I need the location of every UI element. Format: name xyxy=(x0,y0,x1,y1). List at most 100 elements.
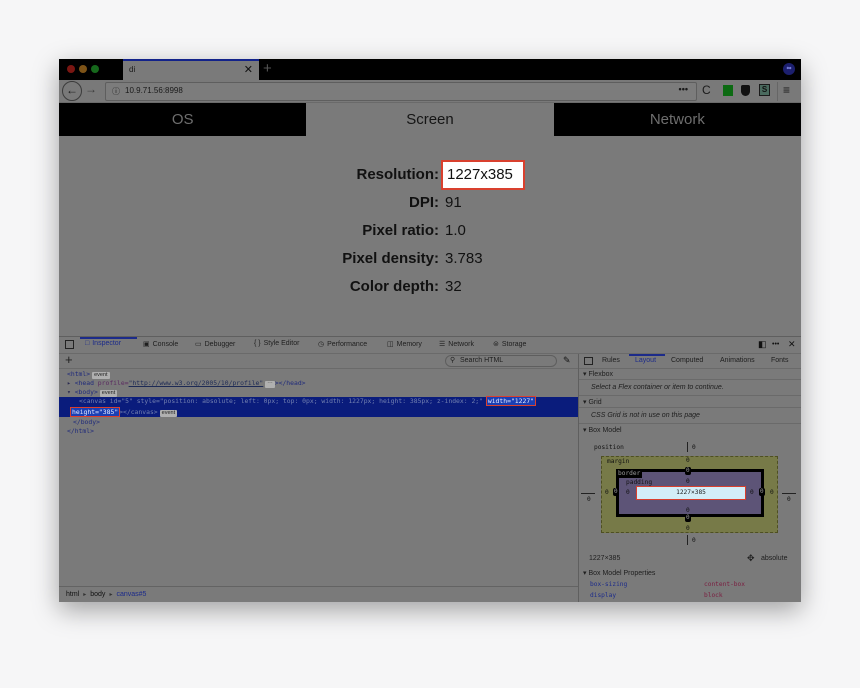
toggle-sidebar-icon[interactable] xyxy=(584,357,593,365)
border-top-value[interactable]: 0 xyxy=(685,467,691,475)
node-body-close[interactable]: </body> xyxy=(59,418,578,427)
padding-right-value[interactable]: 0 xyxy=(750,489,754,496)
event-badge[interactable]: event xyxy=(92,372,110,379)
position-crosshair-icon: ✥ xyxy=(747,553,755,563)
ublock-shield-icon[interactable] xyxy=(741,85,750,96)
hamburger-menu-icon[interactable]: ≡ xyxy=(783,83,790,97)
breadcrumb-html[interactable]: html xyxy=(66,591,79,598)
more-options-icon[interactable]: ••• xyxy=(772,341,779,348)
border-left-value[interactable]: 0 xyxy=(613,488,619,496)
property-row: box-sizing content-box xyxy=(590,581,790,588)
reload-button[interactable]: C xyxy=(702,83,711,97)
close-icon[interactable]: ✕ xyxy=(244,63,253,76)
browser-tab[interactable]: di ✕ xyxy=(123,59,259,80)
collapsed-badge[interactable]: ⋯ xyxy=(265,381,275,388)
devtools-tab-console[interactable]: ▣ Console xyxy=(143,340,178,348)
info-icon[interactable]: ⓘ xyxy=(112,86,120,97)
tag: <html> xyxy=(67,370,91,378)
tab-label: Memory xyxy=(396,341,422,348)
tab-label: Console xyxy=(152,341,179,348)
forward-button[interactable]: → xyxy=(85,82,97,96)
dock-side-icon[interactable]: ◧ xyxy=(758,339,767,350)
sidebar-tab-layout[interactable]: Layout xyxy=(635,357,656,364)
expand-arrow-icon[interactable]: ▸ xyxy=(67,379,75,387)
flexbox-section-header[interactable]: ▾ Flexbox xyxy=(579,369,801,380)
collapse-arrow-icon[interactable]: ▾ xyxy=(67,388,75,396)
devtools-tab-performance[interactable]: ◷ Performance xyxy=(318,340,367,348)
box-model-properties-header[interactable]: ▾ Box Model Properties xyxy=(583,569,655,577)
tab-network[interactable]: Network xyxy=(553,103,801,136)
property-row: display block xyxy=(590,592,790,599)
border-bottom-value[interactable]: 0 xyxy=(685,514,691,522)
devtools-tab-network[interactable]: ☰ Network xyxy=(439,340,474,348)
close-devtools-icon[interactable]: ✕ xyxy=(788,339,796,350)
sidebar-tab-animations[interactable]: Animations xyxy=(720,357,755,364)
property-value[interactable]: block xyxy=(704,592,723,599)
close-window-button[interactable] xyxy=(67,65,75,73)
node-html[interactable]: <html> event xyxy=(59,370,578,379)
url-text[interactable]: 10.9.71.56:8998 xyxy=(125,86,183,95)
back-button[interactable]: ← xyxy=(62,81,82,101)
devtools-tab-debugger[interactable]: ▭ Debugger xyxy=(195,340,235,348)
page-actions-button[interactable]: ••• xyxy=(679,84,688,94)
sidebar-tab-rules[interactable]: Rules xyxy=(602,357,620,364)
extension-s-icon[interactable]: S xyxy=(759,84,770,96)
tab-title: di xyxy=(129,65,136,74)
node-body[interactable]: ▾ <body> event xyxy=(59,388,578,397)
border-right-value[interactable]: 0 xyxy=(759,488,765,496)
breadcrumb-canvas[interactable]: canvas#5 xyxy=(116,591,146,598)
maximize-window-button[interactable] xyxy=(91,65,99,73)
layout-sidebar: Rules Layout Computed Animations Fonts ▾… xyxy=(579,354,801,602)
breadcrumb-body[interactable]: body xyxy=(90,591,105,598)
sidebar-tab-computed[interactable]: Computed xyxy=(671,357,703,364)
tab-screen[interactable]: Screen xyxy=(306,103,554,136)
width-attribute[interactable]: width="1227" xyxy=(485,396,537,406)
node-head[interactable]: ▸ <head profile="http://www.w3.org/2005/… xyxy=(59,379,578,388)
tab-strip: di ✕ + ∞ xyxy=(59,59,801,80)
margin-top-value[interactable]: 0 xyxy=(686,457,690,464)
attribute-value[interactable]: "http://www.w3.org/2005/10/profile" xyxy=(129,379,264,387)
devtools-tab-storage[interactable]: ⊜ Storage xyxy=(493,340,526,348)
tab-os[interactable]: OS xyxy=(59,103,307,136)
style-editor-icon: { } xyxy=(254,340,261,347)
info-label: Color depth: xyxy=(349,278,439,295)
padding-left-value[interactable]: 0 xyxy=(626,489,630,496)
url-bar[interactable]: ⓘ 10.9.71.56:8998 ••• xyxy=(105,82,697,101)
position-left-value[interactable]: 0 xyxy=(587,496,591,503)
grid-section-header[interactable]: ▾ Grid xyxy=(579,397,801,408)
margin-right-value[interactable]: 0 xyxy=(770,489,774,496)
event-badge[interactable]: event xyxy=(99,390,118,397)
height-attribute[interactable]: height="385" xyxy=(69,407,121,417)
event-badge[interactable]: event xyxy=(159,410,178,417)
margin-bottom-value[interactable]: 0 xyxy=(686,525,690,532)
padding-label: padding xyxy=(626,479,653,486)
box-model-section-header[interactable]: ▾ Box Model xyxy=(579,425,801,436)
node-canvas-selected[interactable]: <canvas id="5" style="position: absolute… xyxy=(59,396,578,417)
eyedropper-icon[interactable]: ✎ xyxy=(563,355,571,366)
sidebar-tabs: Rules Layout Computed Animations Fonts xyxy=(579,354,801,369)
tag: ></head> xyxy=(274,379,306,387)
info-value: 3.783 xyxy=(445,250,483,267)
margin-left-value[interactable]: 0 xyxy=(605,489,609,496)
tag: <body> xyxy=(74,388,98,396)
padding-bottom-value[interactable]: 0 xyxy=(686,507,690,514)
minimize-window-button[interactable] xyxy=(79,65,87,73)
sidebar-tab-fonts[interactable]: Fonts xyxy=(771,357,789,364)
devtools-tab-style-editor[interactable]: { } Style Editor xyxy=(254,340,299,347)
devtools-tab-memory[interactable]: ◫ Memory xyxy=(387,340,422,348)
property-value[interactable]: content-box xyxy=(704,581,745,588)
padding-top-value[interactable]: 0 xyxy=(686,478,690,485)
devtools-tab-inspector[interactable]: □ Inspector xyxy=(85,340,121,347)
extension-green-icon[interactable] xyxy=(723,85,733,96)
tab-label: Network xyxy=(448,341,474,348)
navigation-bar: ← → ⓘ 10.9.71.56:8998 ••• C S ≡ xyxy=(59,80,801,103)
position-right-value[interactable]: 0 xyxy=(787,496,791,503)
search-html-input[interactable]: ⚲ Search HTML xyxy=(445,355,557,367)
content-size[interactable]: 1227×385 xyxy=(676,489,706,496)
position-bottom-value[interactable]: 0 xyxy=(692,537,696,544)
add-node-button[interactable]: + xyxy=(65,352,73,367)
node-html-close[interactable]: </html> xyxy=(59,427,578,436)
element-picker-icon[interactable] xyxy=(65,340,74,349)
position-top-value[interactable]: 0 xyxy=(692,444,696,451)
new-tab-button[interactable]: + xyxy=(263,59,272,79)
